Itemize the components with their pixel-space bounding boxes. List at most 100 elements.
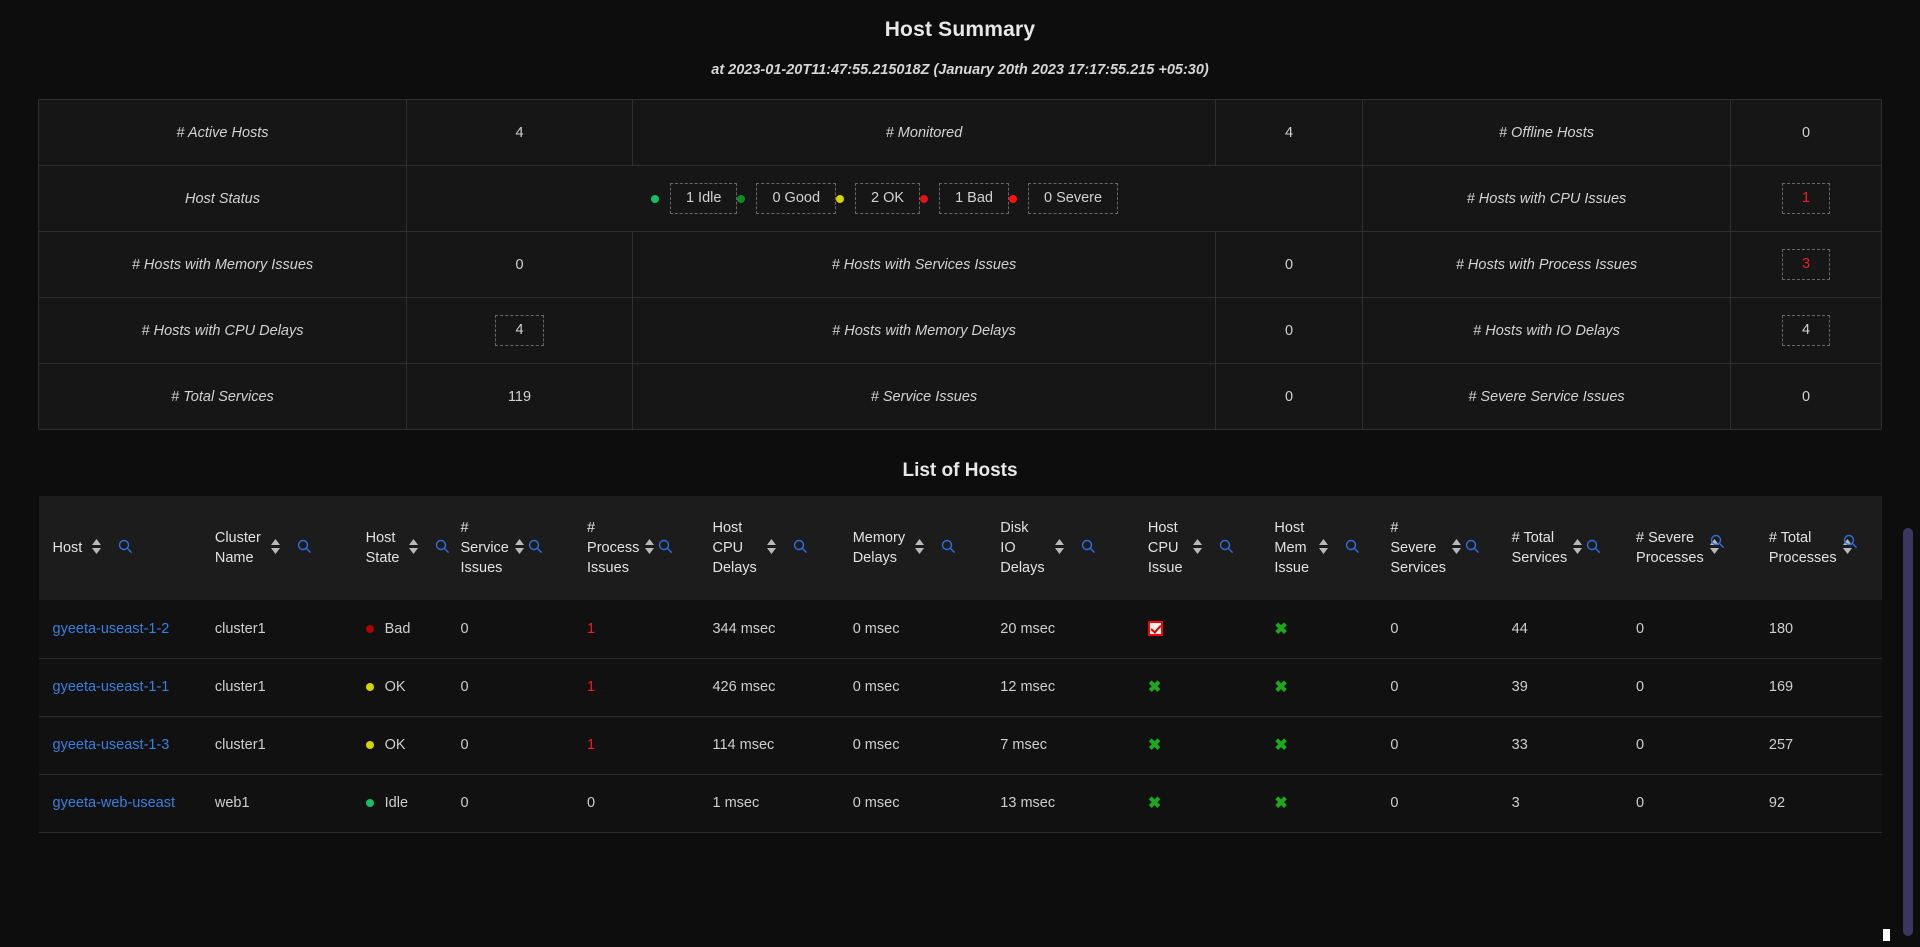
hosts-table-body: gyeeta-useast-1-2 cluster1 Bad 0 1 344 msec 0 … xyxy=(38,600,1882,833)
summary-value: 0 xyxy=(1215,363,1363,430)
severe-services-count: 0 xyxy=(1390,679,1399,695)
hosts-column-header[interactable]: # Process Issues xyxy=(573,496,698,600)
memory-delays: 0 msec xyxy=(852,795,900,811)
magnifier-icon[interactable] xyxy=(118,539,133,558)
cluster-name: web1 xyxy=(214,795,250,811)
sort-updown-icon[interactable] xyxy=(1572,538,1583,559)
summary-value: 0 xyxy=(1730,363,1882,430)
hosts-table-row[interactable]: gyeeta-useast-1-2 cluster1 Bad 0 1 344 msec 0 … xyxy=(39,600,1882,658)
total-processes-count: 257 xyxy=(1768,737,1794,753)
total-services-count: 3 xyxy=(1511,795,1520,811)
total-services-count: 44 xyxy=(1511,620,1528,637)
summary-label: # Hosts with Memory Issues xyxy=(38,231,407,298)
host-state-label: OK xyxy=(384,679,406,695)
hosts-cpu-delays-badge[interactable]: 4 xyxy=(495,315,544,346)
hosts-column-header[interactable]: # Service Issues xyxy=(447,496,574,600)
page-scrollbar-track[interactable] xyxy=(1903,0,1917,947)
host-name-link[interactable]: gyeeta-web-useast xyxy=(53,795,176,811)
hosts-column-label: Host CPU Delays xyxy=(712,520,757,576)
hosts-column-header[interactable]: Cluster Name xyxy=(201,496,352,600)
magnifier-icon[interactable] xyxy=(658,539,673,558)
sort-updown-icon[interactable] xyxy=(91,538,102,559)
hosts-table-cell: 13 msec xyxy=(986,773,1134,833)
host-name-link[interactable]: gyeeta-useast-1-2 xyxy=(53,621,170,637)
hosts-table-cell: gyeeta-useast-1-2 xyxy=(39,600,201,658)
x-mark-icon: ✖ xyxy=(1147,795,1162,812)
host-name-link[interactable]: gyeeta-useast-1-3 xyxy=(53,737,170,753)
hosts-column-header[interactable]: Memory Delays xyxy=(839,496,987,600)
sort-updown-icon[interactable] xyxy=(1054,538,1065,559)
magnifier-icon[interactable] xyxy=(941,539,956,558)
magnifier-icon[interactable] xyxy=(1081,539,1096,558)
service-issues-count: 0 xyxy=(460,795,469,811)
host-status-chip-list: 1 Idle 0 Good 2 OK 1 Bad 0 Severe xyxy=(407,183,1362,214)
hosts-column-header[interactable]: Host Mem Issue xyxy=(1260,496,1376,600)
hosts-table-cell: 180 xyxy=(1755,600,1882,658)
summary-value: 0 xyxy=(1215,297,1363,364)
hosts-table-cell: 0 xyxy=(1376,657,1498,716)
magnifier-icon[interactable] xyxy=(793,539,808,558)
hosts-column-header[interactable]: Host xyxy=(39,496,201,600)
hosts-process-issues-badge[interactable]: 3 xyxy=(1781,249,1831,280)
severe-processes-count: 0 xyxy=(1636,620,1645,637)
hosts-table-row[interactable]: gyeeta-web-useast web1 Idle 0 0 1 msec 0 msec 1… xyxy=(38,773,1882,833)
hosts-io-delays-badge[interactable]: 4 xyxy=(1781,315,1831,346)
magnifier-icon[interactable] xyxy=(1586,539,1601,558)
summary-label: # Hosts with CPU Issues xyxy=(1362,165,1731,232)
summary-row-cpu-delays: # Hosts with CPU Delays 4 # Hosts with M… xyxy=(38,297,1882,364)
state-dot-icon xyxy=(365,683,374,691)
magnifier-icon[interactable] xyxy=(1345,539,1360,558)
magnifier-icon[interactable] xyxy=(1219,539,1234,558)
hosts-table-cell: 0 xyxy=(446,773,574,833)
total-processes-count: 180 xyxy=(1768,620,1794,637)
host-status-chip[interactable]: 1 Idle xyxy=(650,183,738,214)
page-scrollbar-thumb[interactable] xyxy=(1903,528,1913,936)
hosts-cpu-issues-badge[interactable]: 1 xyxy=(1781,183,1831,214)
summary-label: # Total Services xyxy=(38,363,407,430)
magnifier-icon[interactable] xyxy=(1465,539,1480,558)
sort-updown-icon[interactable] xyxy=(1192,538,1203,559)
cluster-name: cluster1 xyxy=(214,679,266,695)
hosts-column-header[interactable]: Host CPU Issue xyxy=(1134,496,1261,600)
hosts-column-label: # Total Services xyxy=(1511,530,1568,566)
sort-updown-icon[interactable] xyxy=(1451,538,1462,559)
hosts-table-row[interactable]: gyeeta-useast-1-3 cluster1 OK 0 1 114 msec 0 m… xyxy=(38,715,1882,774)
summary-label: # Severe Service Issues xyxy=(1362,363,1731,430)
hosts-column-header[interactable]: # Severe Processes xyxy=(1622,496,1755,600)
host-status-chip[interactable]: 0 Good xyxy=(737,183,837,214)
hosts-table-row[interactable]: gyeeta-useast-1-1 cluster1 OK 0 1 426 msec 0 m… xyxy=(38,657,1882,716)
magnifier-icon[interactable] xyxy=(435,539,450,558)
host-status-chip-label: 1 Bad xyxy=(939,183,1009,214)
hosts-table-cell: 0 xyxy=(446,715,574,774)
service-issues-count: 0 xyxy=(460,737,469,753)
sort-updown-icon[interactable] xyxy=(1318,538,1329,559)
hosts-table-cell: 0 xyxy=(1622,715,1755,774)
sort-updown-icon[interactable] xyxy=(408,538,419,559)
sort-updown-icon[interactable] xyxy=(270,538,281,559)
sort-updown-icon[interactable] xyxy=(514,538,525,559)
hosts-column-header[interactable]: # Total Services xyxy=(1498,496,1622,600)
hosts-table-cell: 114 msec xyxy=(698,715,839,774)
hosts-column-header[interactable]: # Severe Services xyxy=(1376,496,1497,600)
summary-label: # Offline Hosts xyxy=(1362,99,1731,166)
x-mark-icon: ✖ xyxy=(1274,620,1288,638)
magnifier-icon[interactable] xyxy=(297,539,312,558)
sort-updown-icon[interactable] xyxy=(766,538,777,559)
magnifier-icon[interactable] xyxy=(528,539,543,558)
status-dot-icon xyxy=(920,194,929,203)
host-status-chip[interactable]: 0 Severe xyxy=(1008,183,1119,214)
magnifier-icon[interactable] xyxy=(1843,534,1858,553)
hosts-column-header[interactable]: # Total Processes xyxy=(1755,496,1882,600)
host-name-link[interactable]: gyeeta-useast-1-1 xyxy=(53,679,170,695)
hosts-table-cell: cluster1 xyxy=(201,600,352,658)
host-status-chips-cell: 1 Idle 0 Good 2 OK 1 Bad 0 Severe xyxy=(406,165,1363,232)
hosts-column-header[interactable]: Host CPU Delays xyxy=(698,496,838,600)
magnifier-icon[interactable] xyxy=(1710,534,1725,553)
hosts-column-header[interactable]: Disk IO Delays xyxy=(986,496,1134,600)
sort-updown-icon[interactable] xyxy=(914,538,925,559)
host-status-chip[interactable]: 1 Bad xyxy=(920,183,1009,214)
hosts-column-header[interactable]: Host State xyxy=(352,496,450,600)
host-status-chip[interactable]: 2 OK xyxy=(836,183,921,214)
hosts-table-cell: gyeeta-useast-1-1 xyxy=(38,657,201,716)
sort-updown-icon[interactable] xyxy=(644,538,655,559)
